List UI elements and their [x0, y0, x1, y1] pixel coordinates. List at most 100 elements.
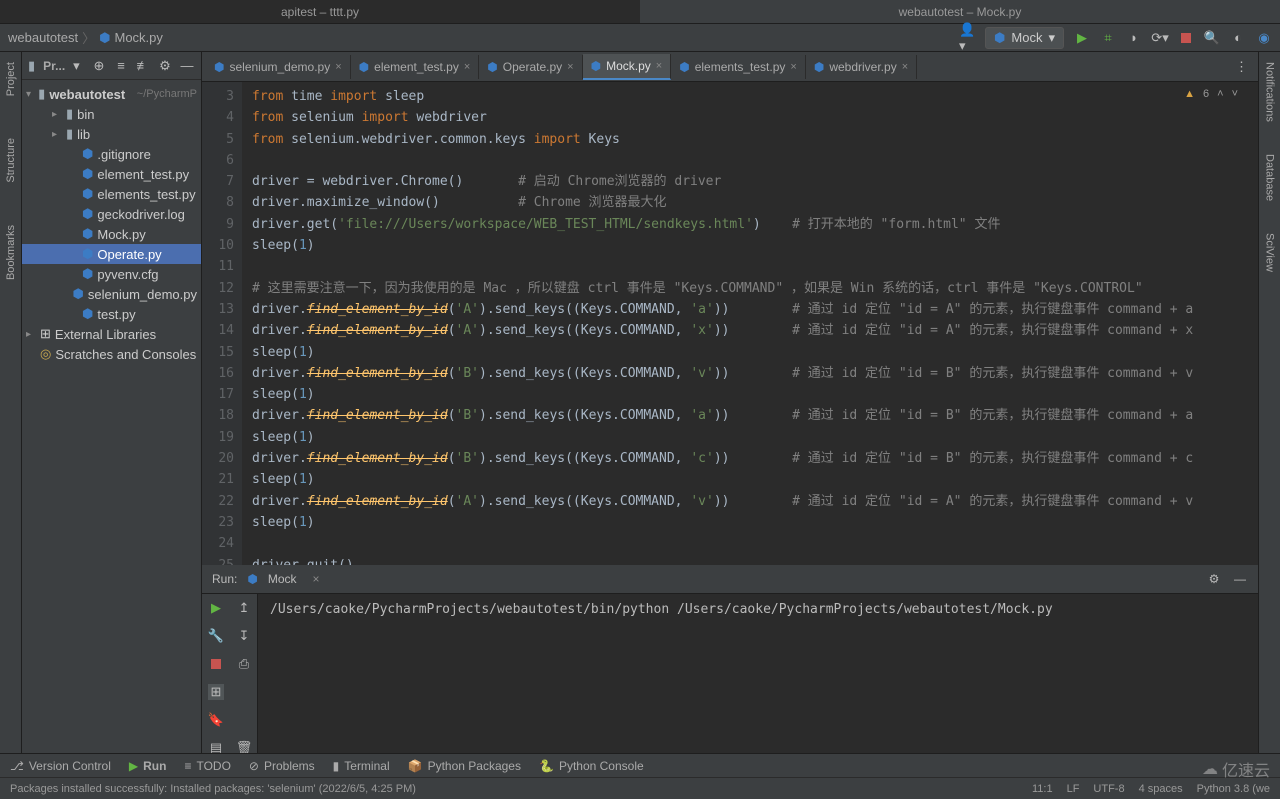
- hide-icon[interactable]: —: [1232, 571, 1248, 587]
- breadcrumb-project[interactable]: webautotest: [8, 30, 78, 45]
- collapse-icon[interactable]: ≢: [135, 58, 151, 74]
- trash-icon[interactable]: 🗑: [236, 740, 252, 753]
- tree-file[interactable]: ⬢element_test.py: [22, 164, 201, 184]
- right-tool-gutter: Notifications Database SciView: [1258, 52, 1280, 753]
- rerun-icon[interactable]: ▶: [208, 600, 224, 616]
- more-tabs-icon[interactable]: ⋮: [1225, 59, 1258, 75]
- side-tab-sciview[interactable]: SciView: [1262, 227, 1278, 278]
- file-encoding[interactable]: UTF-8: [1093, 783, 1124, 795]
- tool-run[interactable]: ▶ Run: [129, 759, 167, 773]
- tree-file[interactable]: ⬢Operate.py: [22, 244, 201, 264]
- tool-terminal[interactable]: ▮ Terminal: [333, 759, 390, 773]
- settings-icon[interactable]: ◐: [1230, 30, 1246, 46]
- run-output[interactable]: /Users/caoke/PycharmProjects/webautotest…: [258, 594, 1258, 753]
- tool-todo[interactable]: ≡ TODO: [184, 759, 230, 773]
- project-tree[interactable]: ▾▮ webautotest ~/PycharmP ▸▮bin ▸▮lib ⬢.…: [22, 80, 201, 368]
- tree-file[interactable]: ⬢.gitignore: [22, 144, 201, 164]
- run-icon[interactable]: ▶: [1074, 30, 1090, 46]
- debug-icon[interactable]: ⌗: [1100, 30, 1116, 46]
- gear-icon[interactable]: ⚙: [1206, 571, 1222, 587]
- bottom-toolbar: ⎇ Version Control ▶ Run ≡ TODO ⊘ Problem…: [0, 753, 1280, 777]
- tree-file[interactable]: ⬢pyvenv.cfg: [22, 264, 201, 284]
- locate-icon[interactable]: ⊕: [91, 58, 107, 74]
- step-down-icon[interactable]: ↧: [236, 628, 252, 644]
- editor-tab[interactable]: ⬢Mock.py×: [583, 54, 672, 80]
- step-up-icon[interactable]: ↥: [236, 600, 252, 616]
- close-icon[interactable]: ×: [464, 61, 470, 73]
- tree-folder-lib[interactable]: ▸▮lib: [22, 124, 201, 144]
- tree-folder-bin[interactable]: ▸▮bin: [22, 104, 201, 124]
- side-tab-database[interactable]: Database: [1262, 148, 1278, 207]
- close-icon[interactable]: ×: [335, 61, 341, 73]
- python-file-icon: ⬢: [214, 60, 224, 74]
- stop-icon[interactable]: [1178, 30, 1194, 46]
- tool-version-control[interactable]: ⎇ Version Control: [10, 759, 111, 773]
- line-separator[interactable]: LF: [1067, 783, 1080, 795]
- code-area[interactable]: 345678910111213141516171819202122232425 …: [202, 82, 1258, 565]
- editor-tab[interactable]: ⬢webdriver.py×: [806, 55, 917, 79]
- tree-file[interactable]: ⬢elements_test.py: [22, 184, 201, 204]
- wrench-icon[interactable]: 🔧: [208, 628, 224, 644]
- project-panel: ▮ Pr... ▾ ⊕ ≡ ≢ ⚙ — ▾▮ webautotest ~/Pyc…: [22, 52, 202, 753]
- close-icon[interactable]: ×: [656, 60, 662, 72]
- python-file-icon: ⬢: [814, 60, 824, 74]
- python-icon: ⬢: [994, 30, 1005, 46]
- close-icon[interactable]: ×: [313, 572, 320, 586]
- navbar: webautotest 〉 ⬢ Mock.py 👤▾ ⬢ Mock ▾ ▶ ⌗ …: [0, 24, 1280, 52]
- project-header: ▮ Pr... ▾ ⊕ ≡ ≢ ⚙ —: [22, 52, 201, 80]
- tree-file[interactable]: ⬢selenium_demo.py: [22, 284, 201, 304]
- breadcrumb-file[interactable]: Mock.py: [114, 30, 162, 45]
- side-tab-structure[interactable]: Structure: [3, 132, 19, 189]
- editor-tab[interactable]: ⬢elements_test.py×: [671, 55, 806, 79]
- close-icon[interactable]: ×: [902, 61, 908, 73]
- tree-scratches[interactable]: ◎Scratches and Consoles: [22, 344, 201, 364]
- tool-python-console[interactable]: 🐍 Python Console: [539, 759, 644, 773]
- expand-icon[interactable]: ≡: [113, 58, 129, 74]
- breadcrumb: webautotest 〉 ⬢ Mock.py: [8, 28, 163, 47]
- side-tab-project[interactable]: Project: [3, 56, 19, 102]
- filter-icon[interactable]: ▤: [208, 740, 224, 753]
- indent-info[interactable]: 4 spaces: [1139, 783, 1183, 795]
- tree-file[interactable]: ⬢test.py: [22, 304, 201, 324]
- stop-icon[interactable]: [208, 656, 224, 672]
- profile-icon[interactable]: ⟳▾: [1152, 30, 1168, 46]
- interpreter-info[interactable]: Python 3.8 (we: [1197, 783, 1270, 795]
- tree-file[interactable]: ⬢geckodriver.log: [22, 204, 201, 224]
- coverage-icon[interactable]: ◗: [1126, 30, 1142, 46]
- caret-position[interactable]: 11:1: [1032, 783, 1053, 795]
- python-file-icon: ⬢: [99, 30, 110, 46]
- editor-area: ⬢selenium_demo.py×⬢element_test.py×⬢Oper…: [202, 52, 1258, 753]
- tree-external-libs[interactable]: ▸⊞External Libraries: [22, 324, 201, 344]
- hide-icon[interactable]: —: [179, 58, 195, 74]
- bookmark-icon[interactable]: 🔖: [208, 712, 224, 728]
- chevron-up-icon[interactable]: ˄: [1217, 88, 1223, 100]
- export-icon[interactable]: ⎙: [236, 656, 252, 672]
- code-content[interactable]: from time import sleep from selenium imp…: [242, 82, 1258, 565]
- editor-tab[interactable]: ⬢selenium_demo.py×: [206, 55, 351, 79]
- chevron-down-icon[interactable]: ˅: [1232, 88, 1238, 100]
- gear-icon[interactable]: ⚙: [157, 58, 173, 74]
- close-icon[interactable]: ×: [790, 61, 796, 73]
- user-icon[interactable]: 👤▾: [959, 30, 975, 46]
- updates-icon[interactable]: ◉: [1256, 30, 1272, 46]
- chevron-down-icon[interactable]: ▾: [73, 58, 80, 74]
- titlebar: apitest – tttt.py webautotest – Mock.py: [0, 0, 1280, 24]
- warning-icon: ▲: [1184, 88, 1195, 100]
- side-tab-notifications[interactable]: Notifications: [1262, 56, 1278, 128]
- run-config-name: Mock: [1011, 30, 1042, 45]
- folder-icon: ▮: [28, 58, 35, 74]
- run-panel: ▶ ↥ 🔧 ↧ ⎙ ⊞ 🔖 ▤ 🗑 /Users/caoke/PycharmPr…: [202, 593, 1258, 753]
- search-icon[interactable]: 🔍: [1204, 30, 1220, 46]
- side-tab-bookmarks[interactable]: Bookmarks: [3, 219, 19, 286]
- layout-icon[interactable]: ⊞: [208, 684, 224, 700]
- tool-problems[interactable]: ⊘ Problems: [249, 759, 315, 773]
- tool-python-packages[interactable]: 📦 Python Packages: [408, 759, 521, 773]
- close-icon[interactable]: ×: [567, 61, 573, 73]
- run-output-line: /Users/caoke/PycharmProjects/webautotest…: [270, 602, 1246, 617]
- code-inspection-status[interactable]: ▲ 6 ˄ ˅: [1184, 88, 1238, 100]
- editor-tab[interactable]: ⬢Operate.py×: [479, 55, 582, 79]
- tree-file[interactable]: ⬢Mock.py: [22, 224, 201, 244]
- tree-root[interactable]: ▾▮ webautotest ~/PycharmP: [22, 84, 201, 104]
- run-config-selector[interactable]: ⬢ Mock ▾: [985, 27, 1064, 49]
- editor-tab[interactable]: ⬢element_test.py×: [351, 55, 480, 79]
